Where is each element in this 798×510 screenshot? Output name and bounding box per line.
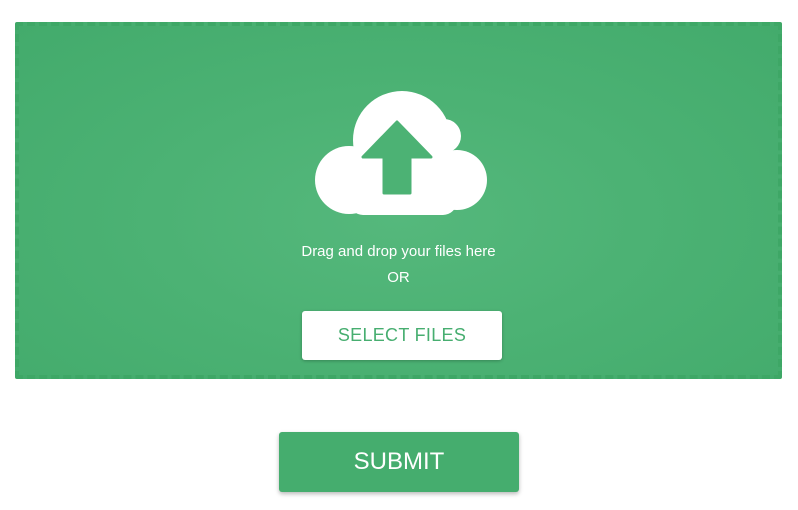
file-dropzone[interactable]: Drag and drop your files here OR SELECT … bbox=[15, 22, 782, 379]
upload-page: Drag and drop your files here OR SELECT … bbox=[0, 0, 798, 510]
or-separator: OR bbox=[387, 269, 410, 286]
submit-button[interactable]: SUBMIT bbox=[279, 432, 519, 492]
select-files-button[interactable]: SELECT FILES bbox=[302, 311, 502, 360]
drag-drop-instruction: Drag and drop your files here bbox=[301, 243, 496, 260]
cloud-upload-icon bbox=[315, 91, 487, 215]
